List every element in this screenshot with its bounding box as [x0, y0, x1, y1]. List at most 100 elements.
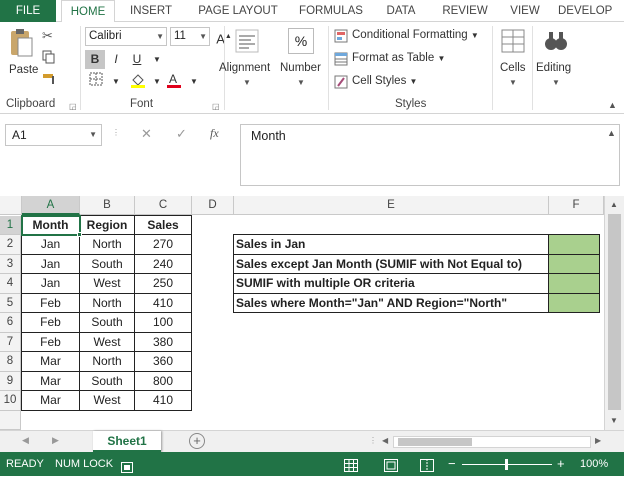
scroll-up-icon[interactable]: ▲ — [610, 200, 618, 209]
select-all-corner[interactable] — [0, 196, 22, 215]
table-cell-month[interactable]: Feb — [21, 331, 80, 352]
vertical-scrollbar[interactable]: ▲ ▼ — [604, 196, 624, 430]
question-cell[interactable]: SUMIF with multiple OR criteria — [233, 273, 549, 294]
table-cell-month[interactable]: Mar — [21, 351, 80, 372]
tab-home[interactable]: HOME — [61, 0, 115, 23]
tab-file[interactable]: FILE — [0, 0, 56, 22]
macro-record-icon[interactable] — [121, 458, 133, 473]
row-header[interactable]: 8 — [0, 352, 21, 372]
table-cell-region[interactable]: West — [79, 331, 135, 352]
table-cell-sales[interactable]: 360 — [134, 351, 192, 372]
format-as-table-button[interactable]: Format as Table ▼ — [352, 52, 445, 64]
new-sheet-icon[interactable]: + — [189, 433, 205, 449]
header-cell-region[interactable]: Region — [79, 214, 135, 235]
fill-handle[interactable] — [77, 232, 82, 237]
cell-styles-button[interactable]: Cell Styles ▼ — [352, 75, 417, 87]
editing-button[interactable]: Editing — [536, 62, 571, 74]
question-cell[interactable]: Sales except Jan Month (SUMIF with Not E… — [233, 253, 549, 274]
header-cell-sales[interactable]: Sales — [134, 214, 192, 235]
row-header[interactable]: 4 — [0, 274, 21, 294]
zoom-out-icon[interactable]: − — [448, 452, 456, 476]
zoom-level[interactable]: 100% — [580, 452, 608, 476]
chevron-down-icon[interactable]: ▼ — [147, 50, 167, 69]
underline-button[interactable]: U — [127, 50, 147, 69]
dialog-launcher-icon[interactable]: ◲ — [212, 102, 220, 111]
font-size-combo[interactable]: 11 ▼ — [170, 27, 210, 46]
table-cell-region[interactable]: West — [79, 273, 135, 294]
table-cell-month[interactable]: Jan — [21, 273, 80, 294]
cut-icon[interactable]: ✂ — [42, 28, 53, 44]
question-cell[interactable]: Sales in Jan — [233, 234, 549, 255]
sheet-tab-sheet1[interactable]: Sheet1 — [93, 431, 161, 452]
table-cell-month[interactable]: Jan — [21, 253, 80, 274]
borders-icon[interactable] — [86, 72, 106, 91]
scroll-down-icon[interactable]: ▼ — [610, 416, 618, 425]
table-cell-sales[interactable]: 100 — [134, 312, 192, 333]
column-header-a[interactable]: A — [22, 196, 80, 215]
cancel-icon[interactable]: ✕ — [141, 126, 152, 142]
drag-handle-icon[interactable]: ⋮ — [369, 436, 377, 445]
font-color-icon[interactable]: A — [164, 72, 184, 91]
table-cell-month[interactable]: Mar — [21, 390, 80, 411]
name-box[interactable]: A1 ▼ — [5, 124, 102, 146]
table-cell-region[interactable]: North — [79, 234, 135, 255]
table-cell-region[interactable]: North — [79, 351, 135, 372]
tab-page-layout[interactable]: PAGE LAYOUT — [193, 0, 283, 22]
tab-developer[interactable]: DEVELOP — [558, 0, 624, 22]
row-header[interactable]: 10 — [0, 391, 21, 411]
scroll-right-sheet-icon[interactable]: ▶ — [52, 435, 59, 446]
table-cell-sales[interactable]: 250 — [134, 273, 192, 294]
question-cell[interactable]: Sales where Month="Jan" AND Region="Nort… — [233, 292, 549, 313]
alignment-icon[interactable] — [234, 28, 260, 54]
paste-button[interactable]: Paste — [9, 64, 38, 76]
tab-insert[interactable]: INSERT — [124, 0, 178, 22]
column-header-d[interactable]: D — [192, 196, 234, 215]
table-cell-month[interactable]: Feb — [21, 312, 80, 333]
vertical-scroll-thumb[interactable] — [608, 214, 621, 410]
normal-view-icon[interactable] — [344, 457, 358, 472]
column-header-b[interactable]: B — [80, 196, 135, 215]
table-cell-region[interactable]: South — [79, 370, 135, 391]
insert-function-icon[interactable]: fx — [210, 126, 219, 141]
number-button[interactable]: Number — [280, 62, 321, 74]
answer-cell[interactable] — [548, 234, 600, 255]
scroll-left-sheet-icon[interactable]: ◀ — [22, 435, 29, 446]
bold-button[interactable]: B — [85, 50, 105, 69]
table-cell-month[interactable]: Mar — [21, 370, 80, 391]
tab-view[interactable]: VIEW — [505, 0, 545, 22]
collapse-formula-bar-icon[interactable]: ▲ — [607, 128, 616, 138]
tab-data[interactable]: DATA — [379, 0, 423, 22]
copy-icon[interactable] — [42, 50, 56, 64]
table-cell-sales[interactable]: 380 — [134, 331, 192, 352]
table-cell-month[interactable]: Feb — [21, 292, 80, 313]
format-painter-icon[interactable] — [42, 72, 58, 86]
chevron-down-icon[interactable]: ▼ — [184, 72, 204, 91]
drag-handle-icon[interactable]: ⋮ — [112, 128, 120, 137]
header-cell-month[interactable]: Month — [21, 214, 80, 235]
binoculars-icon[interactable] — [543, 28, 569, 54]
scroll-right-icon[interactable]: ▶ — [595, 436, 601, 445]
zoom-in-icon[interactable]: + — [557, 452, 565, 476]
row-header[interactable]: 9 — [0, 371, 21, 391]
dialog-launcher-icon[interactable]: ◲ — [69, 102, 77, 111]
table-cell-sales[interactable]: 800 — [134, 370, 192, 391]
percent-icon[interactable]: % — [288, 28, 314, 54]
row-header[interactable]: 2 — [0, 235, 21, 255]
table-cell-sales[interactable]: 410 — [134, 390, 192, 411]
horizontal-scroll-thumb[interactable] — [398, 438, 472, 446]
row-header[interactable]: 6 — [0, 313, 21, 333]
conditional-formatting-button[interactable]: Conditional Formatting ▼ — [352, 29, 479, 41]
row-header[interactable]: 5 — [0, 293, 21, 313]
alignment-button[interactable]: Alignment — [219, 62, 270, 74]
column-header-c[interactable]: C — [135, 196, 192, 215]
table-cell-month[interactable]: Jan — [21, 234, 80, 255]
table-cell-sales[interactable]: 410 — [134, 292, 192, 313]
tab-review[interactable]: REVIEW — [437, 0, 493, 22]
horizontal-scrollbar[interactable] — [393, 436, 591, 448]
scroll-left-icon[interactable]: ◀ — [382, 436, 388, 445]
zoom-slider-thumb[interactable] — [505, 459, 508, 470]
tab-formulas[interactable]: FORMULAS — [296, 0, 366, 22]
row-header[interactable]: 1 — [0, 215, 21, 235]
worksheet-grid[interactable]: A B C D E F 1 2 3 4 5 6 7 8 9 10 Month Re… — [0, 196, 604, 430]
page-layout-view-icon[interactable] — [384, 457, 398, 472]
